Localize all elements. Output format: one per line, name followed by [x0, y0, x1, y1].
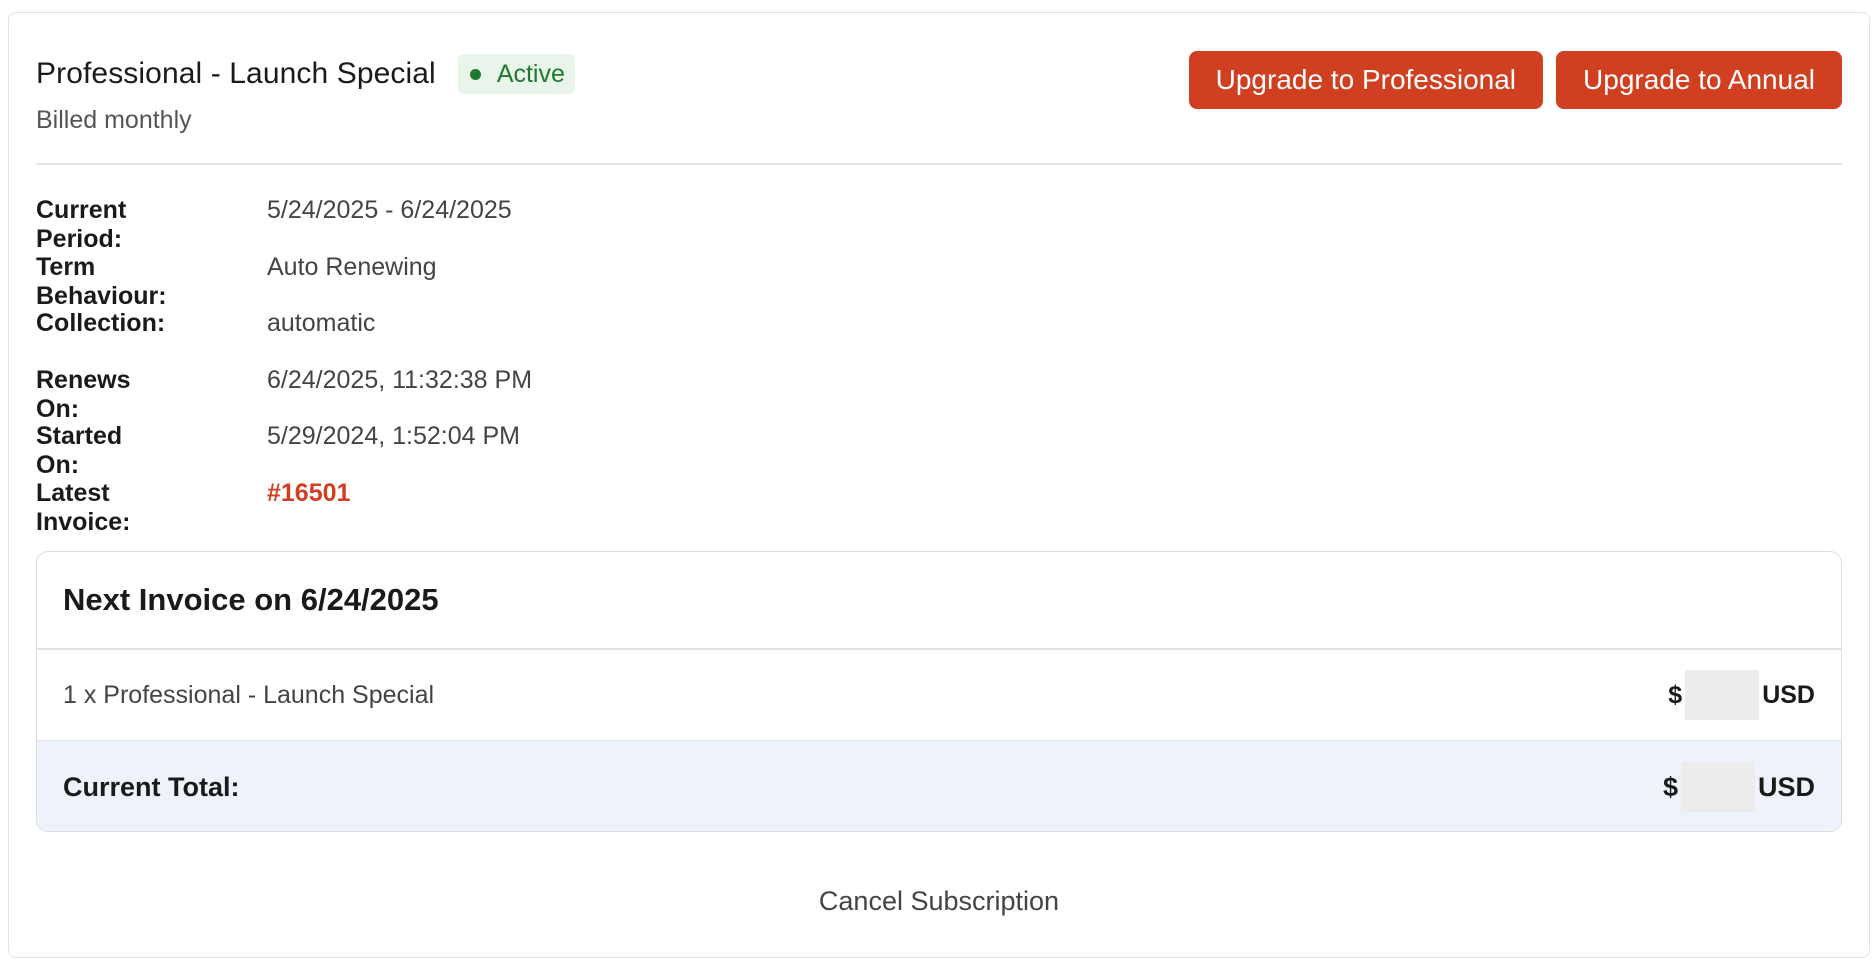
- plan-title: Professional - Launch Special: [36, 57, 436, 90]
- currency-code: USD: [1762, 680, 1815, 709]
- line-item-amount: $ USD: [1668, 670, 1815, 720]
- detail-label: Current Period:: [36, 196, 127, 253]
- next-invoice-heading: Next Invoice on 6/24/2025: [37, 552, 1841, 650]
- latest-invoice-link[interactable]: #16501: [267, 479, 350, 508]
- detail-label: Latest Invoice:: [36, 478, 131, 536]
- total-label: Current Total:: [63, 771, 240, 802]
- upgrade-to-annual-button[interactable]: Upgrade to Annual: [1556, 51, 1842, 109]
- currency-code: USD: [1757, 771, 1815, 802]
- status-badge: Active: [457, 54, 575, 94]
- currency-symbol: $: [1668, 680, 1683, 709]
- detail-value: 5/24/2025 - 6/24/2025: [267, 196, 512, 224]
- detail-label: Renews On:: [36, 365, 131, 423]
- line-item-label: 1 x Professional - Launch Special: [63, 680, 435, 709]
- next-invoice-panel: Next Invoice on 6/24/2025 1 x Profession…: [36, 551, 1842, 832]
- detail-value: 6/24/2025, 11:32:38 PM: [267, 365, 533, 394]
- currency-symbol: $: [1662, 771, 1678, 802]
- upgrade-to-professional-button[interactable]: Upgrade to Professional: [1188, 51, 1544, 109]
- invoice-total-row: Current Total: $ USD: [37, 741, 1841, 831]
- cancel-subscription-link[interactable]: Cancel Subscription: [9, 886, 1869, 917]
- status-dot-icon: [469, 68, 481, 80]
- redacted-amount: [1680, 762, 1755, 812]
- billing-cycle: Billed monthly: [36, 106, 192, 134]
- subscription-header: Professional - Launch Special Active Bil…: [36, 38, 1842, 165]
- detail-label: Started On:: [36, 422, 123, 479]
- detail-value: Auto Renewing: [267, 252, 437, 281]
- invoice-line-item: 1 x Professional - Launch Special $ USD: [37, 650, 1841, 741]
- title-row: Professional - Launch Special Active: [36, 54, 575, 94]
- header-actions: Upgrade to Professional Upgrade to Annua…: [1188, 51, 1842, 109]
- redacted-amount: [1685, 670, 1760, 720]
- status-badge-label: Active: [496, 59, 565, 88]
- subscription-card: Professional - Launch Special Active Bil…: [8, 12, 1870, 958]
- detail-value: 5/29/2024, 1:52:04 PM: [267, 422, 520, 450]
- detail-label: Term Behaviour:: [36, 252, 167, 310]
- detail-value: automatic: [267, 309, 376, 337]
- total-amount: $ USD: [1663, 762, 1815, 812]
- detail-label: Collection:: [36, 309, 166, 337]
